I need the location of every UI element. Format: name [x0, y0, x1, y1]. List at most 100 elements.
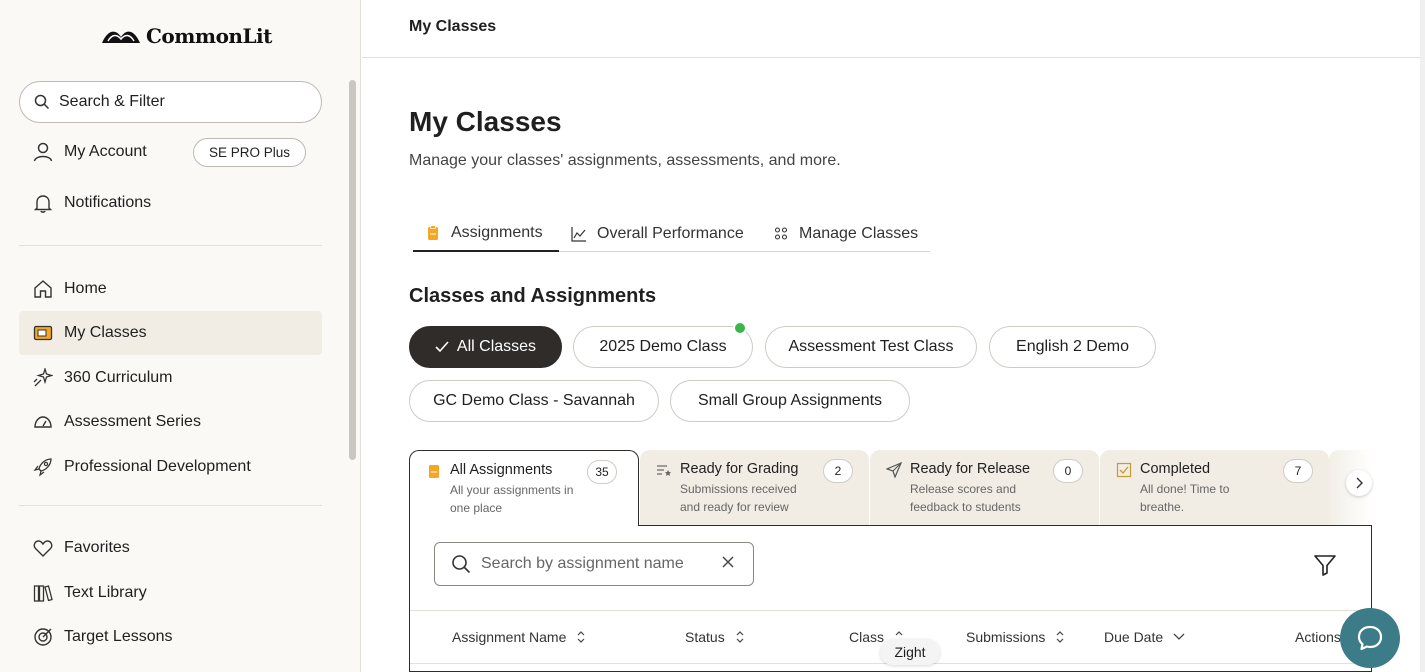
- close-icon[interactable]: [721, 555, 735, 569]
- assignments-icon: [428, 225, 438, 240]
- online-indicator: [733, 321, 747, 335]
- books-icon: [32, 582, 54, 604]
- tab-overall-performance[interactable]: Overall Performance: [571, 216, 744, 252]
- card-ready-for-release[interactable]: Ready for Release Release scores and fee…: [870, 450, 1099, 526]
- card-count: 35: [587, 460, 617, 484]
- filter-icon[interactable]: [1312, 552, 1338, 578]
- people-icon: [774, 227, 788, 240]
- search-icon: [34, 94, 50, 110]
- sidebar-item-notifications[interactable]: Notifications: [19, 181, 322, 225]
- sidebar-item-label: My Classes: [64, 324, 147, 341]
- class-chip-gc-demo-class-savannah[interactable]: GC Demo Class - Savannah: [409, 380, 659, 422]
- chat-bubble-icon: [1357, 625, 1383, 651]
- tab-label: Overall Performance: [597, 225, 744, 242]
- card-all-assignments[interactable]: All Assignments All your assignments in …: [409, 450, 639, 526]
- gauge-icon: [32, 411, 54, 433]
- column-header-actions: Actions: [1295, 629, 1341, 645]
- user-icon: [32, 141, 54, 163]
- page-title: My Classes: [409, 106, 562, 137]
- card-count: 7: [1283, 459, 1313, 483]
- logo[interactable]: CommonLit: [100, 24, 272, 48]
- sparkle-icon: [32, 367, 54, 389]
- main-scrollbar[interactable]: [1420, 0, 1425, 672]
- column-header-due-date[interactable]: Due Date: [1104, 629, 1185, 645]
- sidebar-item-my-classes[interactable]: My Classes: [19, 311, 322, 355]
- sort-icon: [1056, 631, 1064, 643]
- assignment-search-input[interactable]: Search by assignment name: [434, 542, 754, 586]
- column-header-status[interactable]: Status: [685, 629, 745, 645]
- sidebar-item-text-library[interactable]: Text Library: [19, 571, 322, 615]
- tab-assignments[interactable]: Assignments: [413, 216, 559, 252]
- sidebar-item-target-lessons[interactable]: Target Lessons: [19, 615, 322, 659]
- heart-icon: [32, 537, 54, 559]
- search-icon: [452, 555, 471, 574]
- column-header-assignment-name[interactable]: Assignment Name: [452, 629, 586, 645]
- checkbox-icon: [1116, 462, 1132, 478]
- sidebar-item-label: Notifications: [64, 194, 152, 211]
- tab-label: Manage Classes: [799, 225, 919, 242]
- panel-border: [638, 525, 1372, 526]
- class-chip-2025-demo-class[interactable]: 2025 Demo Class: [573, 326, 753, 368]
- chip-label: Assessment Test Class: [788, 338, 954, 355]
- column-label: Assignment Name: [452, 629, 567, 645]
- topbar-title: My Classes: [409, 18, 497, 35]
- sidebar-item-label: Professional Development: [64, 458, 251, 475]
- classes-icon: [32, 322, 54, 344]
- sidebar-item-label: Target Lessons: [64, 628, 173, 645]
- topbar: My Classes: [362, 0, 1420, 58]
- sidebar: CommonLit Search & Filter My Account SE …: [0, 0, 361, 672]
- class-chip-english-2-demo[interactable]: English 2 Demo: [989, 326, 1156, 368]
- commonlit-logo-icon: [102, 31, 140, 43]
- sidebar-item-label: Assessment Series: [64, 413, 201, 430]
- card-count: 2: [823, 459, 853, 483]
- sidebar-search-button[interactable]: Search & Filter: [19, 81, 322, 123]
- chip-label: GC Demo Class - Savannah: [433, 392, 635, 409]
- class-chip-assessment-test-class[interactable]: Assessment Test Class: [765, 326, 977, 368]
- tab-bar: Assignments Overall Performance Manage C…: [413, 216, 930, 252]
- class-chip-all-classes[interactable]: All Classes: [409, 326, 562, 368]
- sidebar-divider: [19, 245, 322, 246]
- home-icon: [32, 278, 54, 300]
- class-chip-small-group-assignments[interactable]: Small Group Assignments: [670, 380, 910, 422]
- sidebar-item-360-curriculum[interactable]: 360 Curriculum: [19, 356, 322, 400]
- grading-icon: [657, 465, 671, 476]
- assignments-icon: [429, 465, 439, 478]
- chip-label: English 2 Demo: [1016, 338, 1129, 355]
- column-label: Submissions: [966, 629, 1046, 645]
- chevron-down-icon: [1173, 633, 1185, 640]
- sort-icon: [736, 631, 744, 643]
- tab-manage-classes[interactable]: Manage Classes: [773, 216, 918, 252]
- sidebar-item-label: My Account: [64, 143, 147, 160]
- column-label: Class: [849, 629, 885, 645]
- card-description: Submissions received and ready for revie…: [680, 482, 797, 514]
- tab-label: Assignments: [451, 224, 543, 241]
- column-label: Due Date: [1104, 629, 1164, 645]
- sidebar-item-assessment-series[interactable]: Assessment Series: [19, 400, 322, 444]
- help-chat-button[interactable]: [1340, 608, 1400, 668]
- target-icon: [32, 626, 54, 648]
- chip-label: All Classes: [456, 338, 537, 355]
- card-ready-for-grading[interactable]: Ready for Grading Submissions received a…: [640, 450, 869, 526]
- table-divider: [410, 610, 1371, 611]
- card-description: All your assignments in one place: [450, 483, 574, 515]
- cards-next-button[interactable]: [1346, 470, 1372, 496]
- card-completed[interactable]: Completed All done! Time to breathe. 7: [1100, 450, 1329, 526]
- plan-badge[interactable]: SE PRO Plus: [193, 138, 306, 167]
- sidebar-item-favorites[interactable]: Favorites: [19, 526, 322, 570]
- assignment-status-cards: All Assignments All your assignments in …: [409, 450, 1372, 526]
- sidebar-item-label: Text Library: [64, 584, 147, 601]
- page-subtitle: Manage your classes' assignments, assess…: [409, 152, 841, 169]
- bell-icon: [32, 192, 54, 214]
- send-icon: [886, 462, 902, 478]
- sidebar-scrollbar-thumb[interactable]: [349, 80, 356, 460]
- assignment-search-placeholder: Search by assignment name: [481, 555, 684, 572]
- sidebar-item-professional-development[interactable]: Professional Development: [19, 445, 322, 489]
- tooltip: Zight: [880, 639, 940, 665]
- rocket-icon: [32, 456, 54, 478]
- sidebar-item-label: Home: [64, 280, 107, 297]
- sidebar-item-label: 360 Curriculum: [64, 369, 173, 386]
- sidebar-search-label: Search & Filter: [59, 93, 165, 110]
- column-header-submissions[interactable]: Submissions: [966, 629, 1065, 645]
- column-label: Actions: [1295, 629, 1341, 645]
- sidebar-item-home[interactable]: Home: [19, 267, 322, 311]
